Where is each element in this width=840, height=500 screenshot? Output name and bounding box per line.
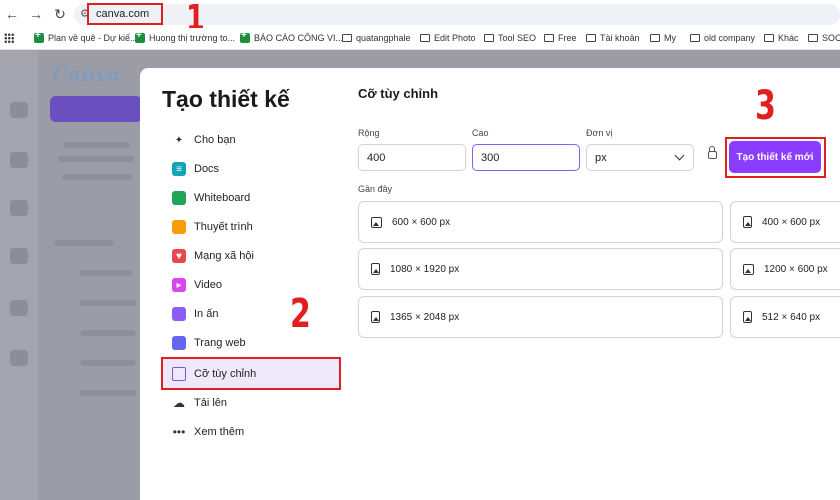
heart-icon: ♥ bbox=[172, 249, 186, 263]
menu-item-upload[interactable]: ☁ Tải lên bbox=[162, 390, 340, 416]
folder-icon bbox=[420, 34, 430, 42]
ghost-text bbox=[58, 156, 134, 162]
folder-icon bbox=[586, 34, 596, 42]
bookmark-item[interactable]: SOC bbox=[808, 33, 840, 43]
docs-icon: ≡ bbox=[172, 162, 186, 176]
upload-icon: ☁ bbox=[173, 396, 185, 410]
recent-size-item[interactable]: 400 × 600 px bbox=[730, 201, 840, 243]
bookmark-item[interactable]: Edit Photo bbox=[420, 33, 476, 43]
folder-icon bbox=[764, 34, 774, 42]
ghost-text bbox=[80, 330, 136, 336]
modal-title: Tạo thiết kế bbox=[162, 86, 290, 112]
background-create-button bbox=[50, 96, 142, 122]
step2-number: 2 bbox=[290, 291, 311, 337]
menu-item-more[interactable]: ••• Xem thêm bbox=[162, 419, 340, 445]
sparkle-icon: ✦ bbox=[174, 134, 184, 146]
bookmark-item[interactable]: My bbox=[650, 33, 676, 43]
sheets-icon bbox=[135, 30, 145, 43]
ghost-text bbox=[54, 240, 114, 246]
canva-logo: Canva bbox=[52, 62, 120, 86]
website-icon bbox=[172, 336, 186, 350]
rail-icon bbox=[10, 300, 28, 316]
width-label: Rộng bbox=[358, 128, 380, 138]
left-rail bbox=[0, 50, 38, 500]
menu-item-whiteboard[interactable]: Whiteboard bbox=[162, 185, 340, 211]
apps-icon[interactable] bbox=[4, 33, 18, 43]
recent-size-item[interactable]: 512 × 640 px bbox=[730, 296, 840, 338]
unit-select[interactable]: px bbox=[586, 144, 694, 171]
menu-item-video[interactable]: ▸ Video bbox=[162, 272, 340, 298]
height-label: Cao bbox=[472, 128, 489, 138]
bookmark-item[interactable]: BÁO CÁO CÔNG VI... bbox=[240, 30, 343, 43]
ghost-text bbox=[80, 270, 132, 276]
menu-item-social-media[interactable]: ♥ Mạng xã hội bbox=[162, 243, 340, 269]
recent-label: Gần đây bbox=[358, 184, 393, 194]
menu-item-for-you[interactable]: ✦ Cho bạn bbox=[162, 127, 340, 153]
menu-item-docs[interactable]: ≡ Docs bbox=[162, 156, 340, 182]
recent-size-item[interactable]: 1365 × 2048 px bbox=[358, 296, 723, 338]
bookmark-item[interactable]: old company bbox=[690, 33, 755, 43]
ghost-text bbox=[64, 142, 130, 148]
recent-size-item[interactable]: 1200 × 600 px bbox=[730, 248, 840, 290]
menu-item-print[interactable]: In ấn bbox=[162, 301, 340, 327]
folder-icon bbox=[544, 34, 554, 42]
bookmark-item[interactable]: quatangphale bbox=[342, 33, 411, 43]
unit-label: Đơn vị bbox=[586, 128, 613, 138]
step3-highlight-box bbox=[725, 137, 826, 178]
folder-icon bbox=[484, 34, 494, 42]
chevron-down-icon bbox=[674, 150, 685, 161]
rail-icon bbox=[10, 350, 28, 366]
reload-icon[interactable]: ↻ bbox=[48, 0, 72, 28]
recent-size-item[interactable]: 1080 × 1920 px bbox=[358, 248, 723, 290]
folder-icon bbox=[808, 34, 818, 42]
width-input[interactable]: 400 bbox=[358, 144, 466, 171]
image-icon bbox=[743, 263, 754, 275]
back-icon[interactable]: ← bbox=[0, 0, 24, 28]
menu-item-presentation[interactable]: Thuyết trình bbox=[162, 214, 340, 240]
image-icon bbox=[371, 216, 382, 228]
folder-icon bbox=[342, 34, 352, 42]
presentation-icon bbox=[172, 220, 186, 234]
sheets-icon bbox=[34, 30, 44, 43]
folder-icon bbox=[690, 34, 700, 42]
bookmark-item[interactable]: Khác bbox=[764, 33, 799, 43]
whiteboard-icon bbox=[172, 191, 186, 205]
ghost-text bbox=[80, 300, 136, 306]
rail-icon bbox=[10, 102, 28, 118]
more-icon: ••• bbox=[172, 425, 186, 439]
portrait-image-icon bbox=[743, 216, 752, 228]
step3-number: 3 bbox=[755, 83, 776, 129]
portrait-image-icon bbox=[371, 311, 380, 323]
ghost-text bbox=[80, 360, 136, 366]
ghost-text bbox=[62, 174, 132, 180]
lock-icon[interactable] bbox=[708, 146, 717, 159]
bookmark-item[interactable]: Tài khoản bbox=[586, 33, 640, 43]
video-icon: ▸ bbox=[172, 278, 186, 292]
rail-icon bbox=[10, 152, 28, 168]
recent-size-item[interactable]: 600 × 600 px bbox=[358, 201, 723, 243]
print-icon bbox=[172, 307, 186, 321]
menu-item-website[interactable]: Trang web bbox=[162, 330, 340, 356]
portrait-image-icon bbox=[743, 311, 752, 323]
step1-highlight-box bbox=[87, 3, 163, 25]
sheets-icon bbox=[240, 30, 250, 43]
bookmarks-bar: Plan về quê - Dự kiế... Huong thị trường… bbox=[0, 28, 840, 50]
height-input[interactable]: 300 bbox=[472, 144, 580, 171]
bookmark-item[interactable]: Plan về quê - Dự kiế... bbox=[34, 30, 138, 43]
forward-icon[interactable]: → bbox=[24, 0, 48, 28]
bookmark-item[interactable]: Huong thị trường to... bbox=[135, 30, 235, 43]
ghost-text bbox=[80, 390, 136, 396]
rail-icon bbox=[10, 248, 28, 264]
custom-size-title: Cỡ tùy chỉnh bbox=[358, 86, 439, 101]
bookmark-item[interactable]: Free bbox=[544, 33, 577, 43]
rail-icon bbox=[10, 200, 28, 216]
portrait-image-icon bbox=[371, 263, 380, 275]
step2-highlight-box bbox=[161, 357, 341, 390]
folder-icon bbox=[650, 34, 660, 42]
bookmark-item[interactable]: Tool SEO bbox=[484, 33, 536, 43]
